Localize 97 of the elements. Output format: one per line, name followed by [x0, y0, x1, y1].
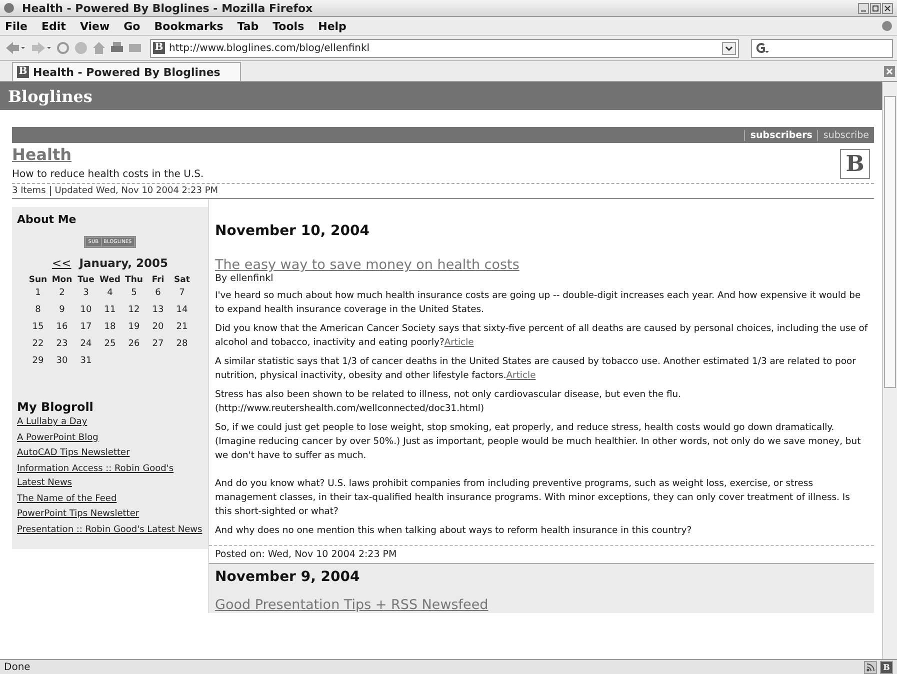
weekday-label: Sun	[28, 275, 48, 285]
calendar-day: 25	[98, 339, 122, 353]
post-paragraph: Stress has also been shown to be related to illness, not only cardiovascular disease, but even the flu. (http://www.reutershealth.com/wellconnected/doc31.html)	[215, 388, 682, 416]
menu-item[interactable]: Go	[124, 20, 140, 32]
calendar-day: 8	[26, 305, 50, 319]
calendar-day: 30	[50, 356, 74, 370]
calendar-day: 6	[146, 288, 170, 302]
sidebar-heading: About Me	[17, 213, 78, 226]
blogroll-link[interactable]: A PowerPoint Blog	[17, 430, 203, 445]
scrollbar[interactable]	[882, 82, 897, 659]
post-paragraph: And why does no one mention this when talking about ways to reform health insurance in this country?	[215, 524, 693, 538]
feed-icon[interactable]	[864, 660, 877, 674]
calendar-day: 10	[74, 305, 98, 319]
calendar-day: 11	[98, 305, 122, 319]
calendar-day: 15	[26, 322, 50, 336]
menu-item[interactable]: Tools	[272, 20, 304, 32]
updated-text: Updated Wed, Nov 10 2004 2:23 PM	[54, 186, 218, 196]
post-date: November 10, 2004	[215, 223, 370, 239]
minimize-button[interactable]	[858, 2, 869, 14]
calendar-day: 18	[98, 322, 122, 336]
blogroll-link[interactable]: Information Access :: Robin Good's Latest News	[17, 462, 203, 490]
blogroll-link[interactable]: A Lullaby a Day	[17, 415, 203, 430]
weekday-label: Fri	[150, 275, 166, 285]
menu-item[interactable]: Edit	[42, 20, 66, 32]
calendar-day: 16	[50, 322, 74, 336]
post-title-link[interactable]: Good Presentation Tips + RSS Newsfeed	[215, 597, 488, 613]
maximize-button[interactable]	[870, 2, 881, 14]
window-title: Health - Powered By Bloglines - Mozilla Firefox	[22, 2, 314, 14]
close-tab-icon[interactable]	[884, 66, 895, 77]
calendar-day: 4	[98, 288, 122, 302]
weekday-label: Mon	[50, 275, 74, 285]
calendar-day: 28	[170, 339, 194, 353]
search-field[interactable]	[751, 38, 893, 58]
calendar-day: 24	[74, 339, 98, 353]
calendar-day: 31	[74, 356, 98, 370]
menu-item[interactable]: Help	[318, 20, 346, 32]
home-icon[interactable]	[92, 41, 106, 55]
post-paragraph: A similar statistic says that 1/3 of cancer deaths in the United States are caused by tobacco use. Another estimated 1/3 are related to poor nutrition, physical inactivity, obesity and other lifestyle factors.Article	[215, 355, 857, 383]
post-paragraph: And do you know what? U.S. laws prohibit companies from including preventive programs, such as weight loss, exercise, or stress management classes, in their tax-qualified health insurance programs. With minor exceptions, they can only cover treatment of illness. Is this short-sighted or what?	[215, 477, 851, 519]
blog-description: How to reduce health costs in the U.S.	[12, 169, 204, 180]
search-engine-icon[interactable]	[755, 42, 769, 54]
reload-icon[interactable]	[56, 41, 70, 55]
post-paragraph: So, if we could just get people to lose weight, stop smoking, eat properly, and reduce stress, health costs would go down dramatically. (Imagine reducing cancer by over 50%.) Just as important, people would be much healthier. In other words, not only do we save money, but we don't have to suffer as much.	[215, 421, 862, 463]
previous-month-link[interactable]: <<	[52, 256, 72, 270]
article-link[interactable]: Article	[506, 370, 536, 381]
menu-item[interactable]: Tab	[237, 20, 259, 32]
menu-item[interactable]: File	[5, 20, 28, 32]
article-link[interactable]: Article	[444, 337, 474, 348]
calendar-day: 22	[26, 339, 50, 353]
menu-item[interactable]: Bookmarks	[154, 20, 224, 32]
browser-tab[interactable]: B Health - Powered By Bloglines	[12, 62, 242, 81]
weekday-label: Tue	[76, 275, 96, 285]
blogroll-link[interactable]: PowerPoint Tips Newsletter	[17, 507, 203, 522]
status-text: Done	[4, 662, 30, 672]
bloglines-logo: B	[840, 149, 870, 179]
header-link[interactable]: subscribers	[744, 130, 818, 140]
calendar-day: 14	[170, 305, 194, 319]
weekday-label: Sat	[173, 275, 191, 285]
sidebar-heading: My Blogroll	[17, 400, 94, 414]
calendar-day: 17	[74, 322, 98, 336]
menu-item[interactable]: View	[80, 20, 110, 32]
calendar-day: 9	[50, 305, 74, 319]
item-count: 3 Items	[12, 186, 51, 196]
calendar-day: 7	[170, 288, 194, 302]
blogroll-link[interactable]: AutoCAD Tips Newsletter	[17, 446, 203, 460]
calendar-day: 21	[170, 322, 194, 336]
calendar-day: 13	[146, 305, 170, 319]
calendar-day: 5	[122, 288, 146, 302]
calendar-day: 27	[146, 339, 170, 353]
blogroll-link[interactable]: Presentation :: Robin Good's Latest News	[17, 522, 203, 537]
post-paragraph: Did you know that the American Cancer Society says that sixty-five percent of all deaths are caused by personal choices, including the use of alcohol and tobacco, inactivity and eating poorly?Article	[215, 322, 868, 350]
site-logo: Bloglines	[8, 86, 92, 106]
screen-icon[interactable]	[128, 41, 142, 55]
calendar-day: 20	[146, 322, 170, 336]
calendar-day: 23	[50, 339, 74, 353]
weekday-label: Thu	[124, 275, 144, 285]
close-button[interactable]	[882, 2, 893, 14]
post-title-link[interactable]: The easy way to save money on health costs	[215, 257, 520, 273]
bloglines-icon[interactable]: B	[880, 660, 893, 674]
calendar-day: 29	[26, 356, 50, 370]
blog-title[interactable]: Health	[12, 145, 204, 164]
address-field[interactable]: B http://www.bloglines.com/blog/ellenfinkl	[150, 38, 739, 58]
calendar-day: 19	[122, 322, 146, 336]
calendar-day: 1	[26, 288, 50, 302]
weekday-label: Wed	[98, 275, 122, 285]
post-author: By ellenfinkl	[215, 273, 274, 284]
post-paragraph: I've heard so much about how much health insurance costs are going up -- double-digit increases each year. And how expensive it would be to expand health insurance coverage in the United States.	[215, 289, 862, 317]
calendar-day: 2	[50, 288, 74, 302]
calendar-month: January, 2005	[79, 256, 168, 270]
back-icon[interactable]	[4, 41, 26, 55]
calendar-day: 12	[122, 305, 146, 319]
dropdown-icon[interactable]	[722, 42, 736, 54]
post-date: November 9, 2004	[215, 569, 361, 585]
printer-icon[interactable]	[110, 41, 124, 55]
calendar-day: 3	[74, 288, 98, 302]
blogroll-link[interactable]: The Name of the Feed	[17, 492, 203, 506]
calendar-day: 26	[122, 339, 146, 353]
